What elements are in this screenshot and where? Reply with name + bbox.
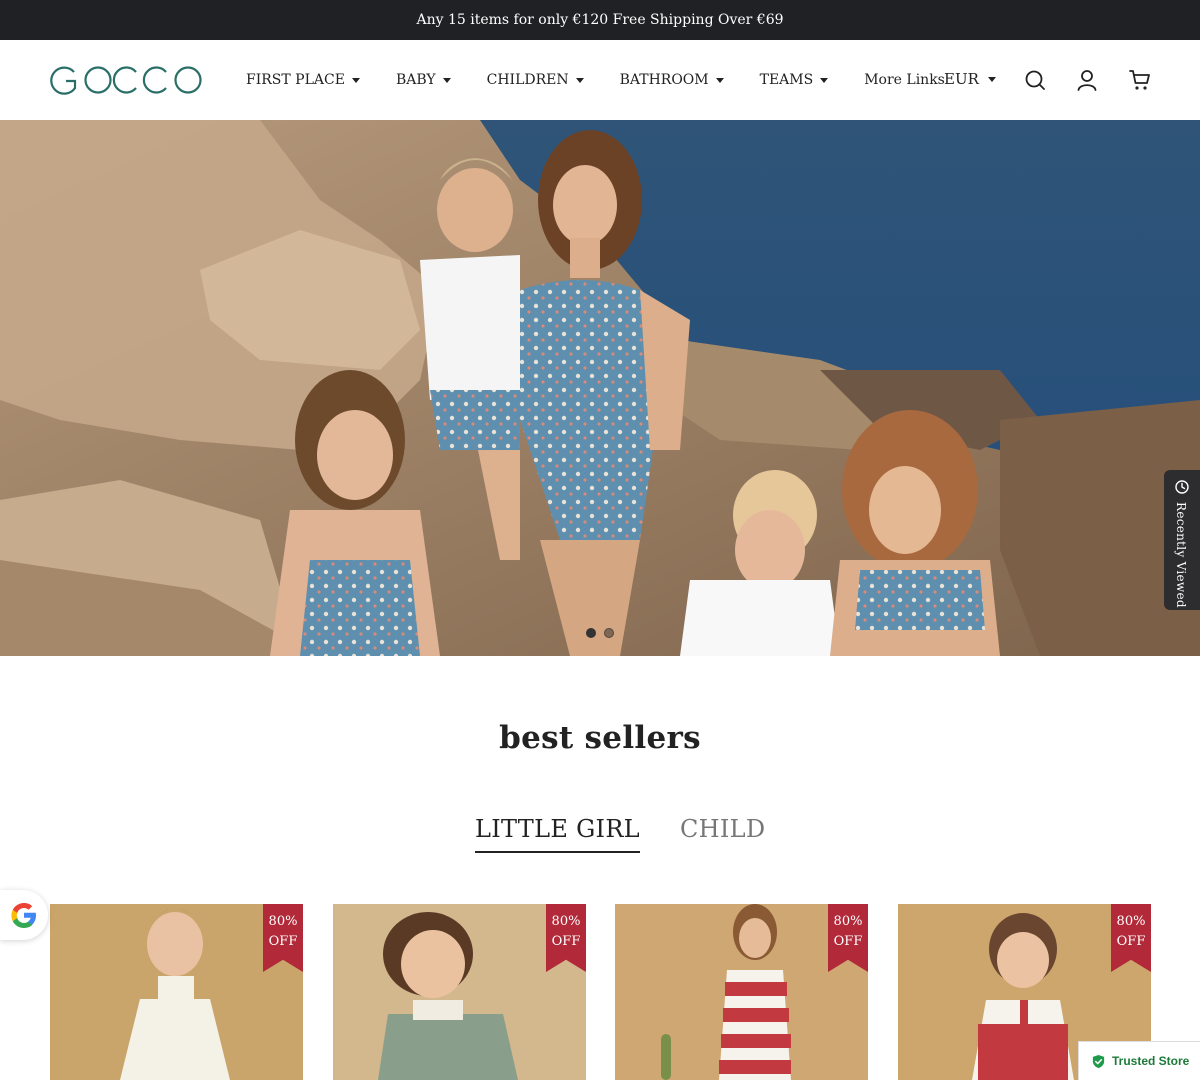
account-icon[interactable] bbox=[1075, 68, 1099, 92]
shield-check-icon bbox=[1092, 1054, 1105, 1068]
nav-bathroom[interactable]: BATHROOM bbox=[620, 72, 724, 88]
nav-label: BATHROOM bbox=[619, 72, 709, 88]
section-title: best sellers bbox=[499, 720, 701, 756]
product-tabs: LITTLE GIRL CHILD bbox=[475, 815, 765, 853]
product-card[interactable]: 80% OFF bbox=[615, 904, 868, 1080]
caret-down-icon bbox=[442, 77, 451, 83]
badge-off: OFF bbox=[551, 934, 581, 949]
tab-little-girl[interactable]: LITTLE GIRL bbox=[475, 815, 640, 853]
clock-icon bbox=[1175, 480, 1189, 494]
caret-down-icon bbox=[820, 77, 829, 83]
slider-dot-1[interactable] bbox=[586, 628, 596, 638]
badge-off: OFF bbox=[268, 934, 298, 949]
nav-first-place[interactable]: FIRST PLACE bbox=[246, 72, 360, 88]
tab-child[interactable]: CHILD bbox=[680, 815, 765, 853]
badge-percent: 80% bbox=[268, 914, 298, 929]
badge-percent: 80% bbox=[833, 914, 863, 929]
nav-label: TEAMS bbox=[759, 72, 814, 88]
trusted-store-badge[interactable]: Trusted Store bbox=[1078, 1041, 1200, 1080]
badge-percent: 80% bbox=[1116, 914, 1146, 929]
product-card[interactable]: 80% OFF bbox=[50, 904, 303, 1080]
google-reviews-badge[interactable] bbox=[0, 890, 48, 940]
recently-viewed-label: Recently Viewed bbox=[1174, 502, 1188, 608]
product-grid: 80% OFF 80% OFF 80% OFF 80% OFF bbox=[50, 904, 1151, 1080]
nav-label: BABY bbox=[395, 72, 436, 88]
search-icon[interactable] bbox=[1023, 68, 1047, 92]
cart-icon[interactable] bbox=[1128, 68, 1152, 92]
badge-off: OFF bbox=[833, 934, 863, 949]
site-header: FIRST PLACE BABY CHILDREN BATHROOM TEAMS… bbox=[0, 40, 1200, 120]
currency-selector[interactable]: EUR bbox=[944, 70, 996, 88]
hero-image bbox=[0, 120, 1200, 656]
nav-more-links[interactable]: More Links bbox=[864, 72, 945, 88]
badge-off: OFF bbox=[1116, 934, 1146, 949]
badge-percent: 80% bbox=[551, 914, 581, 929]
nav-label: CHILDREN bbox=[486, 72, 569, 88]
product-card[interactable]: 80% OFF bbox=[333, 904, 586, 1080]
slider-dot-2[interactable] bbox=[604, 628, 614, 638]
hero-banner[interactable] bbox=[0, 120, 1200, 656]
trusted-store-label: Trusted Store bbox=[1112, 1054, 1190, 1068]
nav-teams[interactable]: TEAMS bbox=[760, 72, 829, 88]
currency-label: EUR bbox=[944, 70, 979, 88]
caret-down-icon bbox=[987, 76, 996, 82]
gocco-logo[interactable] bbox=[50, 64, 202, 96]
slider-dots bbox=[586, 628, 614, 638]
announcement-text: Any 15 items for only €120 Free Shipping… bbox=[416, 12, 784, 28]
main-nav: FIRST PLACE BABY CHILDREN BATHROOM TEAMS… bbox=[246, 40, 981, 120]
caret-down-icon bbox=[715, 77, 724, 83]
caret-down-icon bbox=[351, 77, 360, 83]
google-icon bbox=[11, 903, 36, 928]
caret-down-icon bbox=[575, 77, 584, 83]
nav-label: More Links bbox=[864, 72, 945, 88]
nav-label: FIRST PLACE bbox=[246, 72, 345, 88]
recently-viewed-tab[interactable]: Recently Viewed bbox=[1164, 470, 1200, 610]
nav-baby[interactable]: BABY bbox=[396, 72, 451, 88]
nav-children[interactable]: CHILDREN bbox=[487, 72, 584, 88]
announcement-bar: Any 15 items for only €120 Free Shipping… bbox=[0, 0, 1200, 40]
